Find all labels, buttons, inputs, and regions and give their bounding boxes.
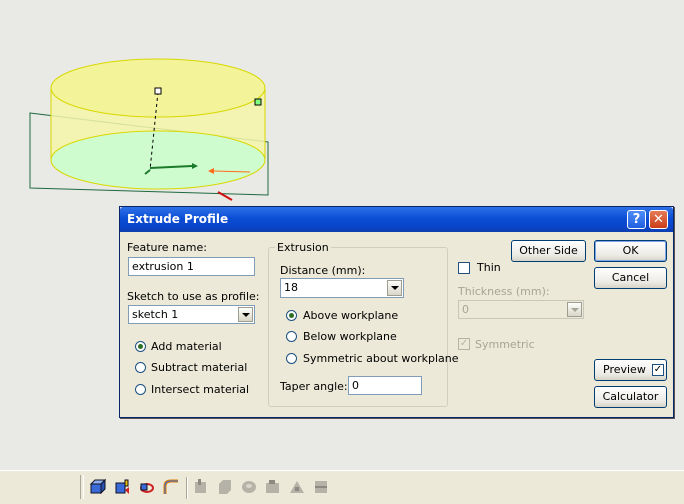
mirror-icon [315, 481, 327, 493]
add-material-label: Add material [151, 340, 222, 353]
help-button[interactable]: ? [627, 210, 646, 229]
below-workplane-label: Below workplane [303, 330, 397, 343]
feature-name-input[interactable]: extrusion 1 [128, 257, 255, 276]
cancel-button[interactable]: Cancel [594, 267, 667, 289]
distance-combo[interactable]: 18 [280, 278, 404, 298]
chevron-down-icon [567, 302, 582, 317]
symmetric-checkbox: ✓ [458, 338, 470, 350]
symmetric-workplane-radio[interactable] [286, 353, 297, 364]
taper-angle-input[interactable]: 0 [348, 376, 422, 395]
below-workplane-radio[interactable] [286, 331, 297, 342]
pattern-icon [290, 481, 304, 493]
symmetric-workplane-label: Symmetric about workplane [303, 352, 459, 365]
sketch-label: Sketch to use as profile: [127, 290, 260, 303]
other-side-button[interactable]: Other Side [511, 240, 586, 262]
fillet-icon [195, 479, 206, 493]
loft-icon[interactable] [162, 478, 180, 496]
subtract-material-label: Subtract material [151, 361, 248, 374]
taper-angle-label: Taper angle: [280, 380, 348, 393]
calculator-button[interactable]: Calculator [594, 386, 667, 408]
sketch-select-value: sketch 1 [132, 308, 179, 321]
sweep-icon[interactable] [138, 478, 156, 496]
thickness-label: Thickness (mm): [458, 285, 550, 298]
revolve-icon[interactable] [113, 478, 131, 496]
ok-button[interactable]: OK [594, 240, 667, 262]
symmetric-label: Symmetric [475, 338, 535, 351]
hole-icon [266, 480, 279, 493]
preview-checkbox[interactable]: ✓ [652, 364, 664, 376]
thickness-value: 0 [462, 303, 469, 316]
add-material-radio[interactable] [135, 341, 146, 352]
feature-toolbar [0, 470, 684, 504]
feature-name-label: Feature name: [127, 241, 207, 254]
close-button[interactable]: ✕ [649, 210, 668, 229]
dialog-titlebar[interactable]: Extrude Profile ? ✕ [120, 207, 673, 232]
distance-value: 18 [284, 281, 298, 294]
above-workplane-radio[interactable] [286, 310, 297, 321]
distance-handle [154, 87, 162, 95]
thin-label: Thin [477, 261, 501, 274]
thin-checkbox[interactable] [458, 262, 470, 274]
toolbar-separator [186, 477, 188, 499]
chevron-down-icon[interactable] [238, 307, 253, 322]
intersect-material-label: Intersect material [151, 383, 250, 396]
chamfer-icon [219, 480, 231, 494]
subtract-material-radio[interactable] [135, 362, 146, 373]
intersect-material-radio[interactable] [135, 384, 146, 395]
radius-handle [254, 98, 262, 106]
sketch-select[interactable]: sketch 1 [128, 305, 255, 324]
distance-label: Distance (mm): [280, 264, 366, 277]
toolbar-grip[interactable] [80, 475, 84, 499]
extrusion-group-title: Extrusion [275, 241, 331, 254]
red-marker [217, 191, 233, 201]
preview-label: Preview [603, 363, 646, 376]
profile-base [50, 130, 266, 190]
above-workplane-label: Above workplane [303, 309, 399, 322]
thickness-combo: 0 [458, 300, 584, 319]
chevron-down-icon[interactable] [387, 280, 402, 296]
shell-icon [242, 481, 256, 493]
extrude-icon[interactable] [89, 478, 107, 496]
extrude-profile-dialog: Extrude Profile ? ✕ Feature name: extrus… [119, 206, 674, 418]
dialog-title: Extrude Profile [127, 212, 229, 226]
